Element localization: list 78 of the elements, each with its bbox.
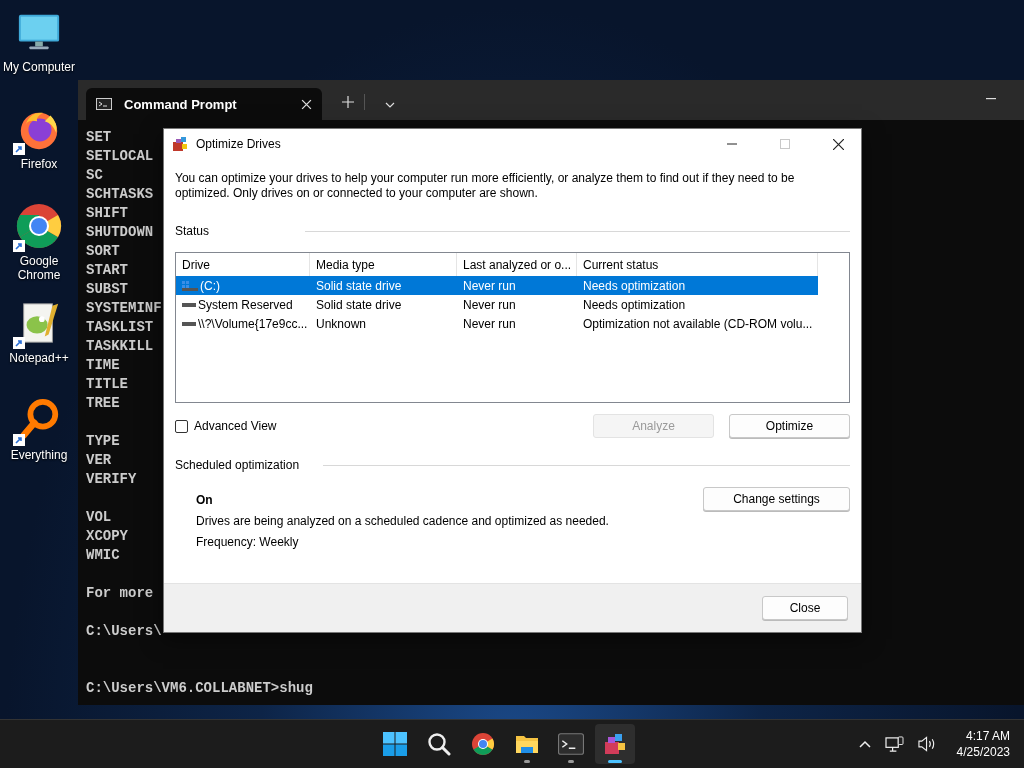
chevron-up-icon[interactable] [858,740,871,748]
terminal-icon [558,733,584,755]
checkbox[interactable] [175,419,188,433]
console-line: C:\Users\VM6.COLLABNET>shug [86,679,313,698]
console-line: SET [86,128,112,147]
optimize-button[interactable]: Optimize [729,414,850,438]
table-cell: \\?\Volume{17e9cc... [198,316,308,331]
description-text: You can optimize your drives to help your computer run more efficiently, or analyze them to find out if they need to be optimized. Only drives on or connected to your computer are shown. [175,171,796,201]
blocks-icon [603,732,627,756]
window-title: Optimize Drives [196,137,281,151]
drive-row[interactable]: (C:) Solid state drive Never run Needs optimization [176,276,818,295]
console-line: TASKKILL [86,337,154,356]
table-cell: System Reserved [198,297,293,312]
minimize-icon[interactable] [986,98,996,100]
table-cell-text: Needs optimization [582,278,687,293]
console-line: SHUTDOWN [86,223,154,242]
table-cell-text: Solid state drive [315,297,403,312]
section-heading: Scheduled optimization [175,458,300,472]
new-tab-icon[interactable] [342,96,354,108]
drive-row[interactable]: System Reserved Solid state drive Never run Needs optimization [176,295,849,314]
drive-icon [182,302,196,307]
console-line: SUBST [86,280,128,299]
table-cell-text: Unknown [315,316,368,331]
volume-icon[interactable] [917,736,937,752]
section-heading: Status [175,224,210,238]
close-tab-icon[interactable] [301,98,312,110]
taskbar-app-button[interactable] [595,724,635,764]
console-line: TITLE [86,375,128,394]
console-line: For more [86,584,154,603]
table-cell-text: Never run [462,316,517,331]
table-cell-text: Never run [462,297,517,312]
console-line: START [86,261,128,280]
checkbox-label[interactable]: Advanced View [194,419,277,433]
search-icon [427,732,451,756]
change-settings-button[interactable]: Change settings [703,487,850,511]
console-line: SC [86,166,103,185]
network-icon[interactable] [884,735,904,753]
schedule-description: Drives are being analyzed on a scheduled cadence and optimized as needed. [196,514,610,528]
console-line: SETLOCAL [86,147,154,166]
console-line: TASKLIST [86,318,154,337]
drive-icon [182,321,196,326]
table-cell-text: Solid state drive [315,278,403,293]
table-cell-text: Optimization not available (CD-ROM volu... [582,316,814,331]
clock[interactable]: 4:17 AM 4/25/2023 [956,728,1010,760]
close-icon[interactable] [833,138,844,150]
desktop-icon-label: Notepad++ [8,351,70,365]
console-line: TIME [86,356,120,375]
console-icon [96,98,112,110]
console-line: VER [86,451,112,470]
desktop-icon-label: Google Chrome [16,254,62,282]
defrag-icon [172,136,188,152]
console-line: XCOPY [86,527,128,546]
windows-logo-icon [383,732,407,756]
table-cell-text: Never run [462,278,517,293]
desktop-icon-label: Everything [9,448,69,462]
dropdown-caret-icon[interactable] [385,102,395,108]
drive-row[interactable]: \\?\Volume{17e9cc... Unknown Never run Optimization not available (CD-ROM volu... [176,314,849,333]
schedule-state: On [196,493,214,507]
terminal-tab[interactable]: Command Prompt [86,88,322,120]
table-cell-text: Needs optimization [582,297,687,312]
console-line: TYPE [86,432,120,451]
schedule-frequency: Frequency: Weekly [196,535,300,549]
chrome-icon [471,732,495,756]
desktop-icon-label: My Computer [2,60,76,74]
console-line: SCHTASKS [86,185,154,204]
console-line: SORT [86,242,120,261]
system-drive-icon [182,280,198,291]
console-line: SHIFT [86,204,128,223]
console-line: C:\Users\ [86,622,162,641]
console-line: VOL [86,508,112,527]
desktop-icon-label: Firefox [19,157,59,171]
console-line: TREE [86,394,120,413]
console-line: VERIFY [86,470,137,489]
close-button[interactable]: Close [762,596,848,620]
console-line: SYSTEMINF [86,299,162,318]
desktop-icon[interactable] [15,202,63,250]
table-cell: (C:) [200,278,220,293]
console-line: WMIC [86,546,120,565]
